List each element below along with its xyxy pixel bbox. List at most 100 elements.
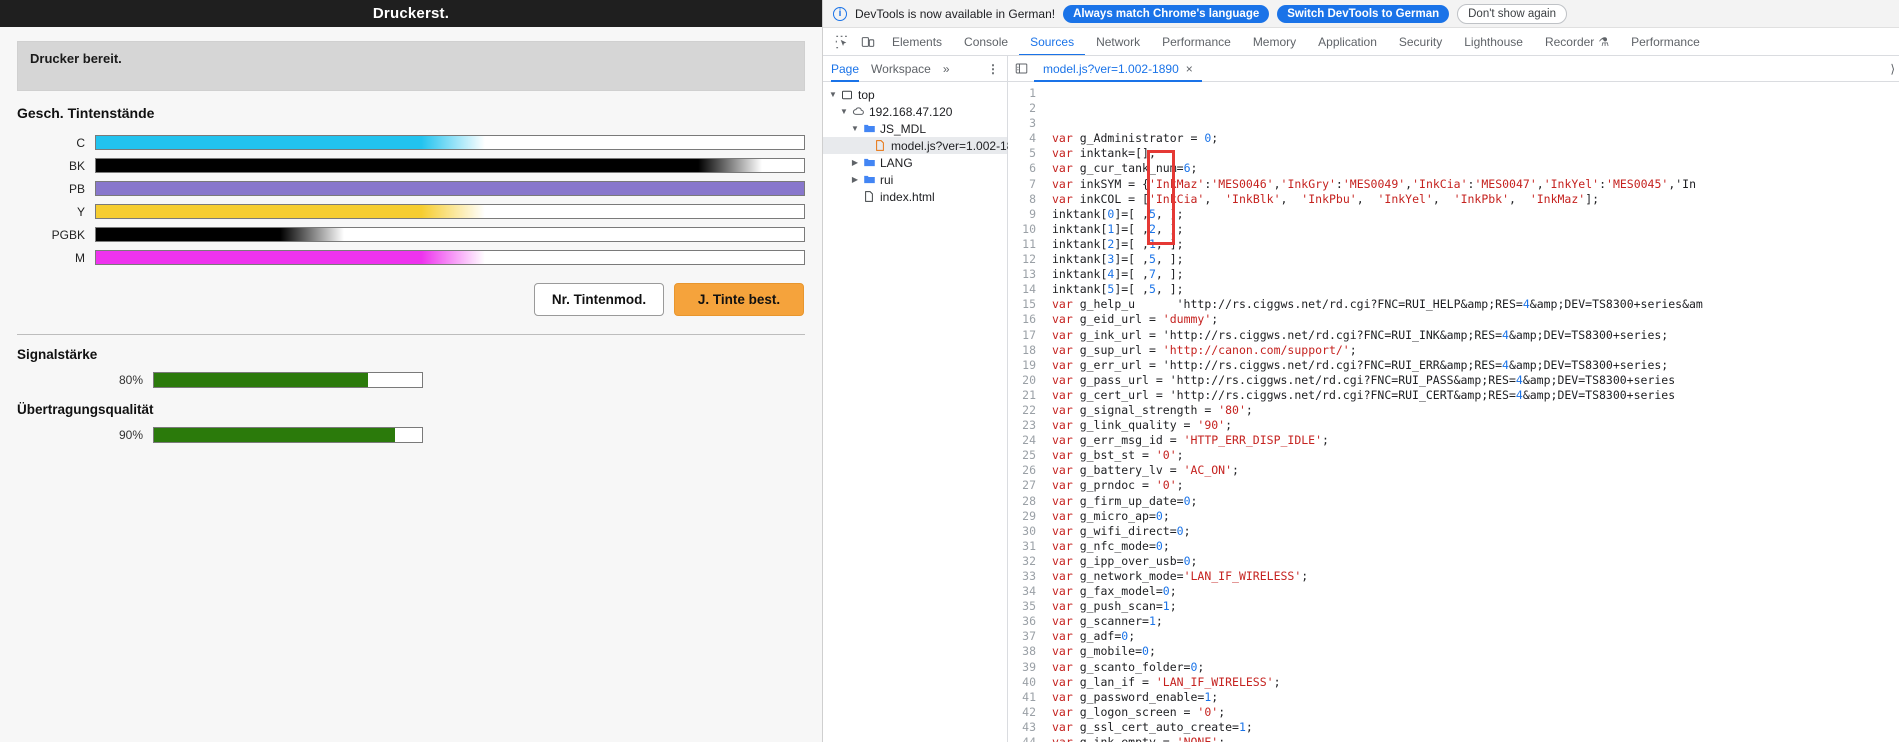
ink-model-number-button[interactable]: Nr. Tintenmod. xyxy=(534,283,664,316)
tree-item[interactable]: ▼ JS_MDL xyxy=(823,120,1007,137)
tree-item[interactable]: ▶ rui xyxy=(823,171,1007,188)
code-line: var g_logon_screen = '0'; xyxy=(1052,704,1226,719)
editor-tab-model-js[interactable]: model.js?ver=1.002-1890 × xyxy=(1034,56,1202,82)
tab-performance[interactable]: Performance xyxy=(1151,28,1242,55)
chevron-right-icon[interactable]: ▶ xyxy=(849,175,861,184)
tree-item-label: top xyxy=(858,87,875,102)
chevron-down-icon[interactable]: ▼ xyxy=(827,90,839,99)
tab-network[interactable]: Network xyxy=(1085,28,1151,55)
tree-item-label: JS_MDL xyxy=(880,121,927,136)
code-line: inktank[4]=[ ,7, ]; xyxy=(1052,267,1184,282)
tab-lighthouse[interactable]: Lighthouse xyxy=(1453,28,1534,55)
ink-level-track xyxy=(95,204,805,219)
editor-tab-label: model.js?ver=1.002-1890 xyxy=(1043,61,1179,76)
signal-strength-fill xyxy=(154,372,369,387)
line-number: 28 xyxy=(1022,493,1036,508)
kebab-menu-icon[interactable]: ⋮ xyxy=(987,62,1007,76)
tab-application[interactable]: Application xyxy=(1307,28,1388,55)
code-line: var g_nfc_mode=0; xyxy=(1052,538,1170,553)
ink-color-label: PGBK xyxy=(51,227,85,242)
tab-console[interactable]: Console xyxy=(953,28,1019,55)
line-number: 3 xyxy=(1029,116,1036,131)
code-line: var g_bst_st = '0'; xyxy=(1052,448,1184,463)
order-ink-button[interactable]: J. Tinte best. xyxy=(674,283,804,316)
code-line: var g_link_quality = '90'; xyxy=(1052,418,1233,433)
navigator-tab-page[interactable]: Page xyxy=(831,56,859,82)
navigator-tab-workspace[interactable]: Workspace xyxy=(871,56,931,82)
device-toolbar-icon[interactable] xyxy=(855,30,881,54)
tab-performance[interactable]: Performance xyxy=(1620,28,1711,55)
tree-item[interactable]: model.js?ver=1.002-1890 xyxy=(823,137,1027,154)
show-navigator-icon[interactable] xyxy=(1008,57,1034,81)
code-line: var g_adf=0; xyxy=(1052,629,1136,644)
ink-color-label: BK xyxy=(68,158,85,173)
ink-level-track xyxy=(95,250,805,265)
code-line: var g_ink_url = 'http://rs.ciggws.net/rd… xyxy=(1052,327,1669,342)
line-number: 42 xyxy=(1022,704,1036,719)
ink-level-row: PB xyxy=(17,177,805,200)
source-editor: model.js?ver=1.002-1890 × ⟩ 1 2 3 4 5 6 7 8 9 10 1… xyxy=(1008,56,1899,742)
line-number: 32 xyxy=(1022,553,1036,568)
code-view: 1 2 3 4 5 6 7 8 9 10 11 12 13 14 15 16 17 18 19 20 21 22 23 24 2… xyxy=(1008,82,1899,742)
tab-label: Sources xyxy=(1030,34,1075,49)
line-number: 29 xyxy=(1022,508,1036,523)
tab-memory[interactable]: Memory xyxy=(1242,28,1307,55)
line-number: 39 xyxy=(1022,659,1036,674)
ink-color-label: PB xyxy=(68,181,85,196)
tab-elements[interactable]: Elements xyxy=(881,28,953,55)
printer-content: Drucker bereit. Gesch. Tintenstände C BK P… xyxy=(0,27,822,445)
dont-show-again-button[interactable]: Don't show again xyxy=(1457,3,1567,24)
line-number: 15 xyxy=(1022,297,1036,312)
inspect-element-icon[interactable] xyxy=(829,30,855,54)
js-file-icon xyxy=(872,139,888,152)
line-number: 9 xyxy=(1029,206,1036,221)
code-line: var g_scanner=1; xyxy=(1052,614,1163,629)
editor-overflow-icon[interactable]: ⟩ xyxy=(1890,62,1899,76)
line-number: 12 xyxy=(1022,252,1036,267)
code-line: var g_mobile=0; xyxy=(1052,644,1156,659)
code-line: var g_prndoc = '0'; xyxy=(1052,478,1184,493)
line-number: 18 xyxy=(1022,342,1036,357)
line-number: 7 xyxy=(1029,176,1036,191)
ink-level-row: M xyxy=(17,246,805,269)
code-line: inktank[3]=[ ,5, ]; xyxy=(1052,252,1184,267)
notice-text: DevTools is now available in German! xyxy=(855,6,1056,21)
tree-item[interactable]: ▼ top xyxy=(823,86,1007,103)
navigator-tab-bar: Page Workspace » ⋮ xyxy=(823,56,1007,82)
ink-level-track xyxy=(95,135,805,150)
devtools-panel: i DevTools is now available in German! A… xyxy=(823,0,1899,742)
line-number: 44 xyxy=(1008,735,1036,742)
tab-security[interactable]: Security xyxy=(1388,28,1453,55)
printer-status-message: Drucker bereit. xyxy=(30,51,122,66)
line-number: 25 xyxy=(1022,448,1036,463)
tree-item[interactable]: ▶ LANG xyxy=(823,154,1007,171)
code-line: inktank[0]=[ ,5, ]; xyxy=(1052,206,1184,221)
tab-recorder[interactable]: Recorder ⚗ xyxy=(1534,28,1620,55)
tree-item[interactable]: index.html xyxy=(823,188,1007,205)
ink-level-fill xyxy=(96,205,486,218)
tree-item[interactable]: ▼ 192.168.47.120 xyxy=(823,103,1007,120)
ink-level-track xyxy=(95,227,805,242)
code-line: inktank[1]=[ ,2, ]; xyxy=(1052,221,1184,236)
tab-sources[interactable]: Sources xyxy=(1019,28,1085,55)
line-number: 6 xyxy=(1029,161,1036,176)
devtools-language-notice: i DevTools is now available in German! A… xyxy=(823,0,1899,28)
chevron-down-icon[interactable]: ▼ xyxy=(849,124,861,133)
chevron-right-icon[interactable]: ▶ xyxy=(849,158,861,167)
code-line: var inkSYM = {'InkMaz':'MES0046','InkGry… xyxy=(1052,176,1697,191)
line-number: 17 xyxy=(1022,327,1036,342)
code-line: var g_err_msg_id = 'HTTP_ERR_DISP_IDLE'; xyxy=(1052,433,1329,448)
navigator-more-tabs-icon[interactable]: » xyxy=(943,56,950,82)
ink-level-fill xyxy=(96,251,486,264)
chevron-down-icon[interactable]: ▼ xyxy=(838,107,850,116)
code-line: var g_sup_url = 'http://canon.com/suppor… xyxy=(1052,342,1357,357)
ink-level-track xyxy=(95,181,805,196)
folder-icon xyxy=(861,173,877,186)
ink-level-row: C xyxy=(17,131,805,154)
source-code-text[interactable]: var g_Administrator = 0; var inktank=[]; v… xyxy=(1042,82,1899,742)
close-icon[interactable]: × xyxy=(1186,62,1193,76)
switch-devtools-language-button[interactable]: Switch DevTools to German xyxy=(1277,4,1450,23)
line-number: 37 xyxy=(1022,629,1036,644)
always-match-language-button[interactable]: Always match Chrome's language xyxy=(1063,4,1270,23)
tab-label: Elements xyxy=(892,34,943,49)
